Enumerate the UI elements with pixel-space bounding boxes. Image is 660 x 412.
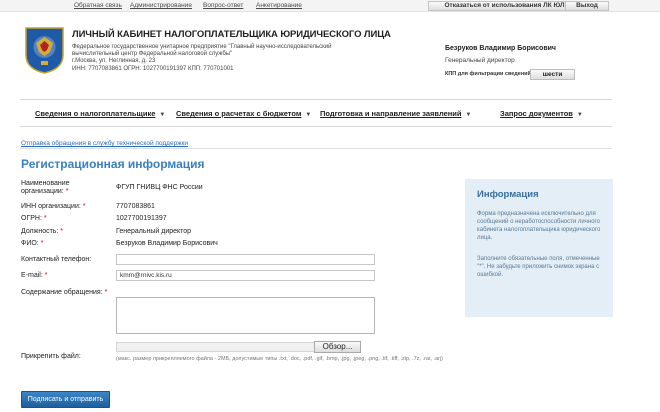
chevron-down-icon: ▼	[576, 112, 583, 118]
chevron-down-icon: ▼	[159, 112, 166, 118]
org-ids: ИНН: 7707083861 ОГРН: 1027700191397 КПП:…	[72, 65, 234, 72]
required-mark: *	[44, 272, 48, 279]
nav-taxpayer-info[interactable]: Сведения о налогоплательщике ▼	[35, 109, 165, 118]
email-label: E-mail: *	[21, 272, 47, 280]
message-textarea[interactable]	[116, 297, 375, 334]
organization-info: Федеральное государственное унитарное пр…	[72, 44, 372, 73]
top-bar: Обратная связь Администрирование Вопрос-…	[0, 0, 660, 12]
label-line: Наименование	[21, 180, 70, 187]
fio-label: ФИО: *	[21, 240, 43, 248]
info-text-1: Форма предназначена исключительно для со…	[477, 211, 601, 241]
fns-emblem-icon	[21, 25, 68, 75]
nav-applications[interactable]: Подготовка и направление заявлений ▼	[320, 109, 471, 118]
info-text-2: Заполните обязательные поля, отмеченные …	[477, 256, 600, 278]
link-feedback[interactable]: Обратная связь	[74, 2, 122, 9]
exit-button[interactable]: Выход	[565, 1, 609, 11]
nav-label: Сведения о расчетах с бюджетом	[176, 109, 302, 118]
browse-button[interactable]: Обзор...	[314, 341, 361, 353]
nav-document-request[interactable]: Запрос документов ▼	[500, 109, 583, 118]
nav-budget-settlements[interactable]: Сведения о расчетах с бюджетом ▼	[176, 109, 311, 118]
ogrn-label: ОГРН: *	[21, 215, 47, 223]
label-line: организации:	[21, 188, 64, 195]
label-text: ФИО:	[21, 240, 39, 247]
info-panel: Информация Форма предназначена исключите…	[465, 179, 613, 317]
support-request-link[interactable]: Отправка обращения в службу технической …	[21, 140, 188, 147]
required-mark: *	[65, 188, 69, 195]
inn-value: 7707083861	[116, 203, 155, 210]
user-role: Генеральный директор	[445, 57, 515, 64]
file-path-field[interactable]	[116, 342, 316, 352]
link-survey[interactable]: Анкетирование	[256, 2, 302, 9]
inn-label: ИНН организации: *	[21, 203, 86, 211]
message-label: Содержание обращения: *	[21, 289, 107, 297]
ogrn-value: 1027700191397	[116, 215, 167, 222]
org-name-value: ФГУП ГНИВЦ ФНС России	[116, 184, 203, 191]
attach-label: Прикрепить файл:	[21, 353, 81, 360]
link-administration[interactable]: Администрирование	[130, 2, 192, 9]
nav-label: Подготовка и направление заявлений	[320, 109, 462, 118]
phone-label: Контактный телефон:	[21, 256, 92, 263]
link-faq[interactable]: Вопрос-ответ	[203, 2, 243, 9]
org-name-label: Наименование организации: *	[21, 180, 70, 196]
nav-label: Сведения о налогоплательщике	[35, 109, 156, 118]
refuse-lk-button[interactable]: Отказаться от использования ЛК ЮЛ	[428, 1, 581, 11]
info-title: Информация	[477, 189, 539, 200]
email-field[interactable]: kmm@rnivc.kis.ru	[116, 270, 375, 281]
fio-value: Безруков Владимир Борисович	[116, 240, 218, 247]
label-text: Содержание обращения:	[21, 289, 103, 296]
kpp-filter-label: КПП для фильтрации сведений:	[445, 71, 533, 77]
divider	[20, 148, 612, 149]
phone-field[interactable]	[116, 254, 375, 265]
main-nav: Сведения о налогоплательщике ▼ Сведения о…	[20, 99, 612, 127]
chevron-down-icon: ▼	[465, 112, 472, 118]
org-line-2: вычислительный центр Федеральной налогов…	[72, 51, 233, 58]
sign-and-send-button[interactable]: Подписать и отправить	[21, 391, 110, 408]
label-text: Должность:	[21, 228, 59, 235]
user-name: Безруков Владимир Борисович	[445, 45, 556, 52]
required-mark: *	[60, 228, 64, 235]
org-address: г.Москва, ул. Неглинная, д. 23	[72, 58, 156, 65]
required-mark: *	[104, 289, 108, 296]
required-mark: *	[43, 215, 47, 222]
label-text: ОГРН:	[21, 215, 42, 222]
required-mark: *	[40, 240, 44, 247]
required-mark: *	[82, 203, 86, 210]
nav-label: Запрос документов	[500, 109, 573, 118]
position-value: Генеральный директор	[116, 228, 192, 235]
header-title: ЛИЧНЫЙ КАБИНЕТ НАЛОГОПЛАТЕЛЬЩИКА ЮРИДИЧЕ…	[72, 29, 391, 40]
file-hint: (макс. размер прикрепляемого файла - 2МБ…	[116, 356, 443, 362]
kpp-filter-button[interactable]: шести	[530, 69, 575, 80]
position-label: Должность: *	[21, 228, 63, 236]
label-text: E-mail:	[21, 272, 43, 279]
label-text: ИНН организации:	[21, 203, 81, 210]
chevron-down-icon: ▼	[305, 112, 312, 118]
page-title: Регистрационная информация	[21, 157, 205, 171]
